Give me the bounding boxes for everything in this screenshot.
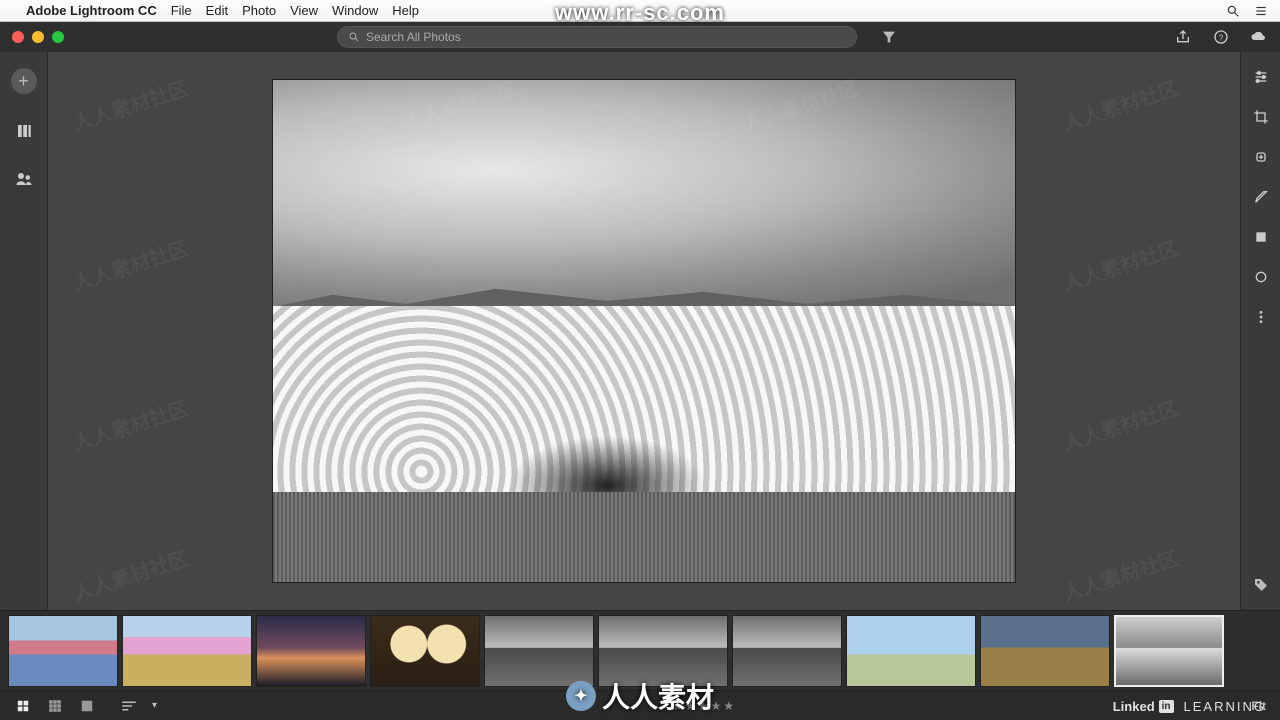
grid-view-icon[interactable] <box>14 699 32 713</box>
filter-button[interactable] <box>877 26 901 48</box>
thumb-bw-trees[interactable] <box>1114 615 1224 687</box>
add-photos-button[interactable]: + <box>11 68 37 94</box>
window-titlebar: Search All Photos ? <box>0 22 1280 52</box>
app-name[interactable]: Adobe Lightroom CC <box>26 3 157 18</box>
minimize-button[interactable] <box>32 31 44 43</box>
thumb-arches[interactable] <box>370 615 480 687</box>
loupe-view[interactable] <box>48 52 1240 610</box>
edit-sliders-icon[interactable] <box>1252 68 1270 86</box>
search-placeholder: Search All Photos <box>366 30 461 44</box>
detail-view-icon[interactable] <box>78 699 96 713</box>
left-rail: + <box>0 52 48 610</box>
crop-icon[interactable] <box>1252 108 1270 126</box>
tag-icon[interactable] <box>1252 576 1270 594</box>
menu-file[interactable]: File <box>171 3 192 18</box>
cloud-sync-icon[interactable] <box>1250 28 1268 46</box>
thumb-field[interactable] <box>980 615 1110 687</box>
linear-gradient-icon[interactable] <box>1252 228 1270 246</box>
square-grid-icon[interactable] <box>46 699 64 713</box>
healing-brush-icon[interactable] <box>1252 148 1270 166</box>
thumb-church[interactable] <box>846 615 976 687</box>
lightroom-window: Search All Photos ? + <box>0 22 1280 720</box>
spotlight-icon[interactable] <box>1226 4 1240 18</box>
linkedin-learning-logo: Linkedin LEARNING <box>1113 699 1266 714</box>
watermark-badge-icon: ✦ <box>566 681 596 711</box>
close-button[interactable] <box>12 31 24 43</box>
menu-edit[interactable]: Edit <box>206 3 228 18</box>
thumb-houses-2[interactable] <box>122 615 252 687</box>
menu-help[interactable]: Help <box>392 3 419 18</box>
radial-gradient-icon[interactable] <box>1252 268 1270 286</box>
right-tool-rail <box>1240 52 1280 610</box>
search-input[interactable]: Search All Photos <box>337 26 857 48</box>
menu-photo[interactable]: Photo <box>242 3 276 18</box>
my-photos-icon[interactable] <box>13 120 35 142</box>
thumb-houses-1[interactable] <box>8 615 118 687</box>
main-photo <box>273 80 1015 582</box>
svg-text:?: ? <box>1219 33 1224 42</box>
menu-view[interactable]: View <box>290 3 318 18</box>
more-icon[interactable] <box>1252 308 1270 326</box>
menu-list-icon[interactable] <box>1254 4 1268 18</box>
watermark-url: www.rr-sc.com <box>555 0 725 26</box>
thumb-sunset[interactable] <box>256 615 366 687</box>
brush-icon[interactable] <box>1252 188 1270 206</box>
sort-icon[interactable] <box>120 699 138 713</box>
watermark-cn: ✦ 人人素材 <box>566 676 714 716</box>
menu-window[interactable]: Window <box>332 3 378 18</box>
people-icon[interactable] <box>13 168 35 190</box>
window-traffic-lights <box>12 31 64 43</box>
maximize-button[interactable] <box>52 31 64 43</box>
thumb-clouds-3[interactable] <box>732 615 842 687</box>
chevron-down-icon[interactable]: ▾ <box>152 700 157 711</box>
help-icon[interactable]: ? <box>1212 28 1230 46</box>
share-icon[interactable] <box>1174 28 1192 46</box>
